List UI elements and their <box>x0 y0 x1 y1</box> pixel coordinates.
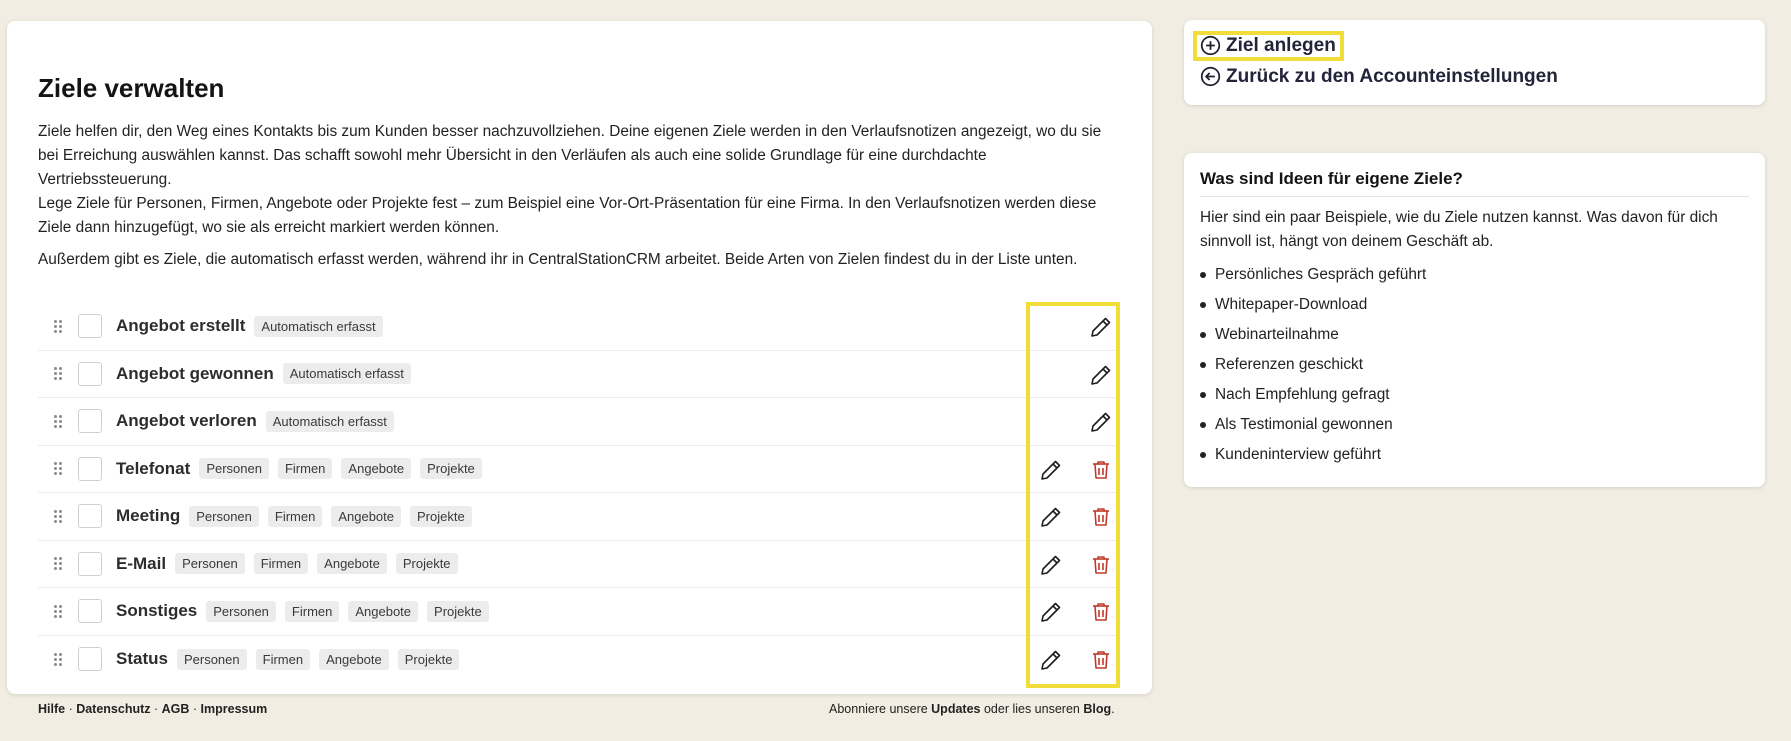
drag-handle-icon[interactable] <box>54 557 64 571</box>
goal-tag: Personen <box>199 458 269 480</box>
goal-tag: Firmen <box>284 600 340 622</box>
goal-name: Angebot gewonnen <box>116 363 274 383</box>
goal-checkbox[interactable] <box>78 599 102 624</box>
drag-handle-icon[interactable] <box>54 367 64 381</box>
footer-right-prefix: Abonniere unsere <box>829 702 932 716</box>
drag-handle-icon[interactable] <box>54 319 64 333</box>
drag-handle-icon[interactable] <box>54 604 64 618</box>
intro-paragraph-1: Ziele helfen dir, den Weg eines Kontakts… <box>38 123 1102 188</box>
goal-tag: Projekte <box>395 553 458 575</box>
goal-checkbox[interactable] <box>78 361 102 386</box>
goal-name: Telefonat <box>116 458 191 478</box>
footer-separator: · <box>150 702 162 716</box>
footer-link[interactable]: Impressum <box>201 702 268 716</box>
goal-checkbox[interactable] <box>78 551 102 576</box>
goal-checkbox[interactable] <box>78 647 102 672</box>
goal-row: Telefonat Personen Firmen Angebote Projekte <box>38 446 1120 493</box>
drag-handle-icon[interactable] <box>54 509 64 523</box>
goal-name: Sonstiges <box>116 601 198 621</box>
goal-row: Sonstiges Personen Firmen Angebote Projekte <box>38 588 1120 636</box>
footer-link[interactable]: Datenschutz <box>76 702 150 716</box>
footer-link[interactable]: AGB <box>162 702 190 716</box>
goal-tag: Firmen <box>277 458 333 480</box>
goal-tag: Projekte <box>397 648 460 670</box>
actions-card: Ziel anlegen Zurück zu den Accounteinste… <box>1184 20 1765 105</box>
goal-row: Angebot gewonnen Automatisch erfasst <box>38 351 1120 398</box>
goal-tag: Angebote <box>348 600 419 622</box>
ideas-list: Persönliches Gespräch geführt Whitepaper-… <box>1200 260 1749 470</box>
goal-tag: Projekte <box>427 600 489 622</box>
goal-tag: Personen <box>175 553 245 575</box>
goal-tag: Projekte <box>410 505 472 527</box>
footer-right-suffix: . <box>1111 702 1115 716</box>
footer-newsletter: Abonniere unsere Updates oder lies unser… <box>829 702 1115 716</box>
goal-tag: Angebote <box>319 648 389 670</box>
idea-item: Webinarteilnahme <box>1200 320 1749 350</box>
goal-tag: Personen <box>206 600 276 622</box>
goal-checkbox[interactable] <box>78 456 102 481</box>
intro-text: Ziele helfen dir, den Weg eines Kontakts… <box>38 120 1120 272</box>
idea-item: Persönliches Gespräch geführt <box>1200 260 1749 290</box>
goal-tag: Personen <box>176 648 247 670</box>
goal-name: Angebot verloren <box>116 411 257 431</box>
goals-card: Ziele verwalten Ziele helfen dir, den We… <box>7 21 1152 694</box>
goal-tag: Angebote <box>341 458 412 480</box>
goal-name: Status <box>116 649 168 669</box>
goal-tag: Automatisch erfasst <box>265 410 394 432</box>
footer-links: Hilfe · Datenschutz · AGB · Impressum <box>38 702 267 716</box>
goal-checkbox[interactable] <box>78 409 102 434</box>
ideas-card: Was sind Ideen für eigene Ziele? Hier si… <box>1184 153 1765 487</box>
footer-right-middle: oder lies unseren <box>980 702 1084 716</box>
goal-name: Angebot erstellt <box>116 316 246 336</box>
drag-handle-icon[interactable] <box>54 462 64 476</box>
footer-separator: · <box>65 702 77 716</box>
goal-tag: Angebote <box>331 505 402 527</box>
drag-handle-icon[interactable] <box>54 652 64 666</box>
goal-row: Status Personen Firmen Angebote Projekte <box>38 636 1120 684</box>
footer-separator: · <box>189 702 201 716</box>
goal-tag: Projekte <box>420 458 482 480</box>
goal-checkbox[interactable] <box>78 504 102 529</box>
create-goal-link[interactable]: Ziel anlegen <box>1193 30 1749 61</box>
goal-tag: Automatisch erfasst <box>282 363 411 385</box>
page-title: Ziele verwalten <box>38 73 225 103</box>
create-goal-highlight[interactable]: Ziel anlegen <box>1193 30 1344 61</box>
intro-paragraph-3: Außerdem gibt es Ziele, die automatisch … <box>38 251 1078 268</box>
goal-name: Meeting <box>116 506 181 526</box>
ideas-text: Hier sind ein paar Beispiele, wie du Zie… <box>1200 209 1718 250</box>
drag-handle-icon[interactable] <box>54 414 64 428</box>
ideas-title: Was sind Ideen für eigene Ziele? <box>1200 169 1749 197</box>
goal-tag: Automatisch erfasst <box>254 315 383 337</box>
goal-checkbox[interactable] <box>78 314 102 339</box>
intro-paragraph-2: Lege Ziele für Personen, Firmen, Angebot… <box>38 195 1097 236</box>
blog-link[interactable]: Blog <box>1083 702 1111 716</box>
goal-row: Meeting Personen Firmen Angebote Projekte <box>38 493 1120 541</box>
goal-row: E-Mail Personen Firmen Angebote Projekte <box>38 541 1120 588</box>
footer-link[interactable]: Hilfe <box>38 702 65 716</box>
back-to-account-label: Zurück zu den Accounteinstellungen <box>1226 65 1558 87</box>
goal-name: E-Mail <box>116 553 167 573</box>
actions-highlight-box <box>1026 302 1120 688</box>
goal-tag: Angebote <box>317 553 387 575</box>
goal-tag: Firmen <box>253 553 309 575</box>
arrow-left-circle-icon <box>1200 66 1221 87</box>
goal-row: Angebot erstellt Automatisch erfasst <box>38 303 1120 351</box>
goal-tag: Firmen <box>255 648 311 670</box>
goal-tag: Personen <box>189 505 259 527</box>
goal-list: Angebot erstellt Automatisch erfasst Angeb… <box>38 303 1120 683</box>
idea-item: Whitepaper-Download <box>1200 290 1749 320</box>
idea-item: Nach Empfehlung gefragt <box>1200 380 1749 410</box>
idea-item: Kundeninterview geführt <box>1200 440 1749 470</box>
idea-item: Als Testimonial gewonnen <box>1200 410 1749 440</box>
goal-tag: Firmen <box>267 505 323 527</box>
idea-item: Referenzen geschickt <box>1200 350 1749 380</box>
create-goal-label: Ziel anlegen <box>1226 34 1336 56</box>
goal-row: Angebot verloren Automatisch erfasst <box>38 398 1120 446</box>
updates-link[interactable]: Updates <box>931 702 980 716</box>
back-to-account-link[interactable]: Zurück zu den Accounteinstellungen <box>1200 61 1749 92</box>
plus-circle-icon <box>1200 35 1221 56</box>
